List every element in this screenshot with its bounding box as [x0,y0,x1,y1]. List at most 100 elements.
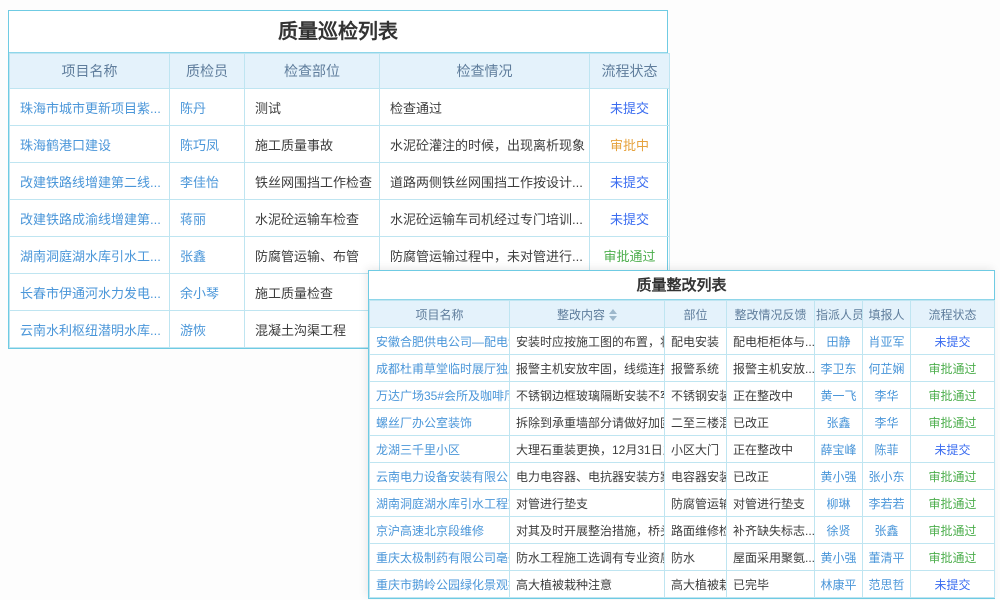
inspector-link[interactable]: 李佳怡 [180,175,219,190]
project-link[interactable]: 改建铁路成渝线增建第... [20,212,161,227]
assignee-link[interactable]: 林康平 [820,578,856,592]
rectify-part: 不锈钢安装... [665,382,727,409]
project-link[interactable]: 珠海市城市更新项目紫... [20,101,161,116]
rectify-content: 报警主机安放牢固，线缆连接... [510,355,665,382]
reporter-link[interactable]: 李华 [874,389,898,403]
reporter-link[interactable]: 董清平 [868,551,904,565]
rectify-part: 高大植被栽种 [665,571,727,598]
status-badge: 未提交 [610,175,649,190]
reporter-link[interactable]: 何芷娴 [868,362,904,376]
table-row: 螺丝厂办公室装饰 拆除到承重墙部分请做好加固... 二至三楼混... 已改正 张… [370,409,995,436]
inspection-header-row: 项目名称 质检员 检查部位 检查情况 流程状态 [10,54,670,89]
table-row: 龙湖三千里小区 大理石重装更换，12月31日之... 小区大门 正在整改中 薛宝… [370,436,995,463]
table-row: 万达广场35#会所及咖啡厅空... 不锈钢边框玻璃隔断安装不牢... 不锈钢安装… [370,382,995,409]
status-badge: 未提交 [934,335,970,349]
rectify-feedback: 配电柜柜体与... [727,328,815,355]
inspector-link[interactable]: 蒋丽 [180,212,206,227]
table-row: 珠海市城市更新项目紫... 陈丹 测试 检查通过 未提交 [10,89,670,126]
project-link[interactable]: 云南水利枢纽潜明水库... [20,323,161,338]
status-badge: 未提交 [934,578,970,592]
rectify-content: 拆除到承重墙部分请做好加固... [510,409,665,436]
project-link[interactable]: 京沪高速北京段维修 [376,524,484,538]
rectify-content: 对管进行垫支 [510,490,665,517]
project-link[interactable]: 重庆太极制药有限公司亳州中... [376,551,510,565]
reporter-link[interactable]: 李华 [874,416,898,430]
col-header-status: 流程状态 [911,301,995,328]
project-link[interactable]: 万达广场35#会所及咖啡厅空... [376,389,510,403]
rectify-content: 高大植被栽种注意 [510,571,665,598]
table-row: 成都杜甫草堂临时展厅独立展... 报警主机安放牢固，线缆连接... 报警系统 报… [370,355,995,382]
rectify-feedback: 补齐缺失标志... [727,517,815,544]
col-header-part: 部位 [665,301,727,328]
assignee-link[interactable]: 田静 [826,335,850,349]
assignee-link[interactable]: 徐贤 [826,524,850,538]
project-link[interactable]: 螺丝厂办公室装饰 [376,416,472,430]
assignee-link[interactable]: 黄小强 [820,551,856,565]
inspection-location: 施工质量事故 [245,126,380,163]
reporter-link[interactable]: 李若若 [868,497,904,511]
project-link[interactable]: 成都杜甫草堂临时展厅独立展... [376,362,510,376]
status-badge: 未提交 [610,212,649,227]
table-row: 湖南洞庭湖水库引水工... 张鑫 防腐管运输、布管 防腐管运输过程中，未对管进行… [10,237,670,274]
reporter-link[interactable]: 肖亚军 [868,335,904,349]
inspection-situation: 水泥砼灌注的时候，出现离析现象 [380,126,590,163]
project-link[interactable]: 改建铁路线增建第二线... [20,175,161,190]
project-link[interactable]: 湖南洞庭湖水库引水工... [20,249,161,264]
assignee-link[interactable]: 李卫东 [820,362,856,376]
col-header-feedback: 整改情况反馈 [727,301,815,328]
rectify-part: 防腐管运输... [665,490,727,517]
status-badge: 审批中 [610,138,649,153]
inspection-location: 测试 [245,89,380,126]
inspector-link[interactable]: 陈巧凤 [180,138,219,153]
assignee-link[interactable]: 薛宝峰 [820,443,856,457]
project-link[interactable]: 珠海鹤港口建设 [20,138,111,153]
assignee-link[interactable]: 黄小强 [820,470,856,484]
col-header-project: 项目名称 [370,301,510,328]
rectify-content: 电力电容器、电抗器安装方案... [510,463,665,490]
reporter-link[interactable]: 范思哲 [868,578,904,592]
project-link[interactable]: 龙湖三千里小区 [376,443,460,457]
rectify-content: 防水工程施工选调有专业资质... [510,544,665,571]
assignee-link[interactable]: 柳琳 [826,497,850,511]
sort-icon[interactable] [609,309,617,321]
rectify-feedback: 屋面采用聚氨... [727,544,815,571]
assignee-link[interactable]: 黄一飞 [820,389,856,403]
rectify-part: 二至三楼混... [665,409,727,436]
project-link[interactable]: 重庆市鹅岭公园绿化景观提升... [376,578,510,592]
project-link[interactable]: 湖南洞庭湖水库引水工程施工1标 [376,497,510,511]
reporter-link[interactable]: 张鑫 [874,524,898,538]
inspector-link[interactable]: 张鑫 [180,249,206,264]
rectify-feedback: 已改正 [727,409,815,436]
rectify-feedback: 正在整改中 [727,382,815,409]
reporter-link[interactable]: 陈菲 [874,443,898,457]
inspector-link[interactable]: 余小琴 [180,286,219,301]
inspection-situation: 检查通过 [380,89,590,126]
status-badge: 未提交 [610,101,649,116]
table-row: 重庆市鹅岭公园绿化景观提升... 高大植被栽种注意 高大植被栽种 已完毕 林康平… [370,571,995,598]
inspector-link[interactable]: 游恢 [180,323,206,338]
inspector-link[interactable]: 陈丹 [180,101,206,116]
col-header-project: 项目名称 [10,54,170,89]
table-row: 云南电力设备安装有限公司20... 电力电容器、电抗器安装方案... 电容器安装… [370,463,995,490]
status-badge: 审批通过 [928,416,976,430]
rectify-part: 报警系统 [665,355,727,382]
table-row: 改建铁路线增建第二线... 李佳怡 铁丝网围挡工作检查 道路两侧铁丝网围挡工作按… [10,163,670,200]
project-link[interactable]: 安徽合肥供电公司—配电设备... [376,335,510,349]
assignee-link[interactable]: 张鑫 [826,416,850,430]
status-badge: 未提交 [934,443,970,457]
project-link[interactable]: 长春市伊通河水力发电... [20,286,161,301]
reporter-link[interactable]: 张小东 [868,470,904,484]
rectify-part: 路面维修检... [665,517,727,544]
status-badge: 审批通过 [928,362,976,376]
rectify-feedback: 报警主机安放... [727,355,815,382]
rectify-part: 小区大门 [665,436,727,463]
inspection-situation: 道路两侧铁丝网围挡工作按设计... [380,163,590,200]
rectification-table: 项目名称 整改内容 部位 整改情况反馈 指派人员 填报人 流程状态 安徽合肥供电… [369,300,995,598]
rectify-part: 电容器安装... [665,463,727,490]
col-header-assignee: 指派人员 [815,301,863,328]
rectify-content: 安装时应按施工图的布置，将... [510,328,665,355]
project-link[interactable]: 云南电力设备安装有限公司20... [376,470,510,484]
inspection-list-title: 质量巡检列表 [9,11,667,53]
rectify-feedback: 对管进行垫支 [727,490,815,517]
status-badge: 审批通过 [928,551,976,565]
